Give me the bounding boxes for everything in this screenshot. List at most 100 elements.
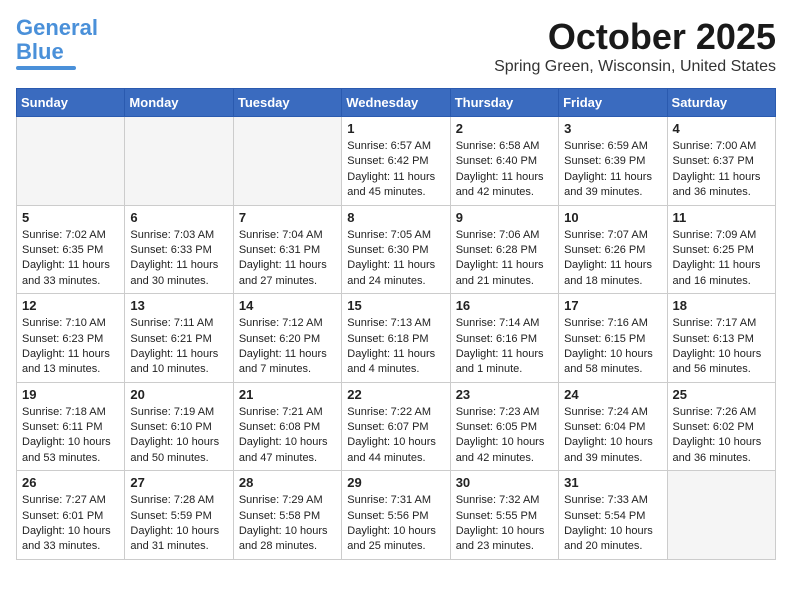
location: Spring Green, Wisconsin, United States	[494, 58, 776, 76]
day-number: 10	[564, 210, 661, 225]
day-content: Sunrise: 7:33 AM Sunset: 5:54 PM Dayligh…	[564, 493, 661, 555]
calendar-cell: 22Sunrise: 7:22 AM Sunset: 6:07 PM Dayli…	[342, 382, 450, 471]
day-content: Sunrise: 7:00 AM Sunset: 6:37 PM Dayligh…	[673, 139, 770, 201]
calendar-cell: 1Sunrise: 6:57 AM Sunset: 6:42 PM Daylig…	[342, 117, 450, 206]
calendar-cell: 4 Sunrise: 7:00 AM Sunset: 6:37 PM Daylig…	[667, 117, 775, 206]
day-number: 21	[239, 387, 336, 402]
calendar-cell: 23 Sunrise: 7:23 AM Sunset: 6:05 PM Dayli…	[450, 382, 558, 471]
day-number: 26	[22, 475, 119, 490]
day-content: Sunrise: 6:58 AM Sunset: 6:40 PM Dayligh…	[456, 139, 553, 201]
day-number: 18	[673, 298, 770, 313]
calendar-cell	[125, 117, 233, 206]
calendar-cell: 16 Sunrise: 7:14 AM Sunset: 6:16 PM Dayli…	[450, 294, 558, 383]
calendar-cell: 7 Sunrise: 7:04 AM Sunset: 6:31 PM Daylig…	[233, 205, 341, 294]
calendar-cell: 31 Sunrise: 7:33 AM Sunset: 5:54 PM Dayli…	[559, 471, 667, 560]
calendar-cell: 20Sunrise: 7:19 AM Sunset: 6:10 PM Dayli…	[125, 382, 233, 471]
day-number: 29	[347, 475, 444, 490]
weekday-header: Thursday	[450, 89, 558, 117]
calendar-cell: 3 Sunrise: 6:59 AM Sunset: 6:39 PM Daylig…	[559, 117, 667, 206]
day-content: Sunrise: 7:12 AM Sunset: 6:20 PM Dayligh…	[239, 316, 336, 378]
day-number: 19	[22, 387, 119, 402]
calendar-cell	[233, 117, 341, 206]
day-number: 31	[564, 475, 661, 490]
logo-blue: Blue	[16, 40, 64, 64]
month-title: October 2025	[494, 16, 776, 58]
logo: General Blue	[16, 16, 98, 70]
day-number: 5	[22, 210, 119, 225]
day-number: 9	[456, 210, 553, 225]
calendar-cell: 8 Sunrise: 7:05 AM Sunset: 6:30 PM Daylig…	[342, 205, 450, 294]
day-content: Sunrise: 7:05 AM Sunset: 6:30 PM Dayligh…	[347, 228, 444, 290]
day-number: 4	[673, 121, 770, 136]
weekday-header: Monday	[125, 89, 233, 117]
day-content: Sunrise: 7:18 AM Sunset: 6:11 PM Dayligh…	[22, 405, 119, 467]
day-number: 15	[347, 298, 444, 313]
day-content: Sunrise: 7:10 AM Sunset: 6:23 PM Dayligh…	[22, 316, 119, 378]
day-content: Sunrise: 6:59 AM Sunset: 6:39 PM Dayligh…	[564, 139, 661, 201]
day-content: Sunrise: 7:16 AM Sunset: 6:15 PM Dayligh…	[564, 316, 661, 378]
logo-general: General	[16, 15, 98, 40]
day-number: 22	[347, 387, 444, 402]
day-number: 12	[22, 298, 119, 313]
calendar-cell: 6 Sunrise: 7:03 AM Sunset: 6:33 PM Daylig…	[125, 205, 233, 294]
day-number: 6	[130, 210, 227, 225]
day-content: Sunrise: 7:24 AM Sunset: 6:04 PM Dayligh…	[564, 405, 661, 467]
day-content: Sunrise: 7:32 AM Sunset: 5:55 PM Dayligh…	[456, 493, 553, 555]
calendar-cell: 11 Sunrise: 7:09 AM Sunset: 6:25 PM Dayli…	[667, 205, 775, 294]
day-number: 17	[564, 298, 661, 313]
calendar-cell	[667, 471, 775, 560]
day-content: Sunrise: 7:03 AM Sunset: 6:33 PM Dayligh…	[130, 228, 227, 290]
weekday-header: Tuesday	[233, 89, 341, 117]
day-content: Sunrise: 7:06 AM Sunset: 6:28 PM Dayligh…	[456, 228, 553, 290]
calendar-cell: 25 Sunrise: 7:26 AM Sunset: 6:02 PM Dayli…	[667, 382, 775, 471]
calendar-cell: 13 Sunrise: 7:11 AM Sunset: 6:21 PM Dayli…	[125, 294, 233, 383]
day-content: Sunrise: 7:09 AM Sunset: 6:25 PM Dayligh…	[673, 228, 770, 290]
day-content: Sunrise: 7:21 AM Sunset: 6:08 PM Dayligh…	[239, 405, 336, 467]
weekday-header: Friday	[559, 89, 667, 117]
calendar-cell: 24 Sunrise: 7:24 AM Sunset: 6:04 PM Dayli…	[559, 382, 667, 471]
day-number: 13	[130, 298, 227, 313]
calendar-cell	[17, 117, 125, 206]
day-number: 24	[564, 387, 661, 402]
calendar-cell: 2 Sunrise: 6:58 AM Sunset: 6:40 PM Daylig…	[450, 117, 558, 206]
day-number: 25	[673, 387, 770, 402]
calendar-cell: 26 Sunrise: 7:27 AM Sunset: 6:01 PM Dayli…	[17, 471, 125, 560]
day-content: Sunrise: 7:07 AM Sunset: 6:26 PM Dayligh…	[564, 228, 661, 290]
logo-bar	[16, 66, 76, 70]
day-number: 30	[456, 475, 553, 490]
day-content: Sunrise: 7:17 AM Sunset: 6:13 PM Dayligh…	[673, 316, 770, 378]
day-content: Sunrise: 7:13 AM Sunset: 6:18 PM Dayligh…	[347, 316, 444, 378]
day-content: Sunrise: 7:26 AM Sunset: 6:02 PM Dayligh…	[673, 405, 770, 467]
calendar-cell: 5 Sunrise: 7:02 AM Sunset: 6:35 PM Daylig…	[17, 205, 125, 294]
day-content: Sunrise: 7:19 AM Sunset: 6:10 PM Dayligh…	[130, 405, 227, 467]
day-number: 8	[347, 210, 444, 225]
day-number: 16	[456, 298, 553, 313]
day-number: 2	[456, 121, 553, 136]
calendar-cell: 29Sunrise: 7:31 AM Sunset: 5:56 PM Dayli…	[342, 471, 450, 560]
day-content: Sunrise: 7:28 AM Sunset: 5:59 PM Dayligh…	[130, 493, 227, 555]
weekday-header: Saturday	[667, 89, 775, 117]
title-area: October 2025 Spring Green, Wisconsin, Un…	[494, 16, 776, 76]
day-number: 28	[239, 475, 336, 490]
calendar-cell: 27 Sunrise: 7:28 AM Sunset: 5:59 PM Dayli…	[125, 471, 233, 560]
weekday-header: Sunday	[17, 89, 125, 117]
calendar-cell: 10 Sunrise: 7:07 AM Sunset: 6:26 PM Dayli…	[559, 205, 667, 294]
day-number: 3	[564, 121, 661, 136]
calendar-cell: 15 Sunrise: 7:13 AM Sunset: 6:18 PM Dayli…	[342, 294, 450, 383]
day-number: 1	[347, 121, 444, 136]
calendar-cell: 21 Sunrise: 7:21 AM Sunset: 6:08 PM Dayli…	[233, 382, 341, 471]
calendar-cell: 9 Sunrise: 7:06 AM Sunset: 6:28 PM Daylig…	[450, 205, 558, 294]
day-number: 23	[456, 387, 553, 402]
day-number: 27	[130, 475, 227, 490]
calendar-cell: 19 Sunrise: 7:18 AM Sunset: 6:11 PM Dayli…	[17, 382, 125, 471]
day-number: 11	[673, 210, 770, 225]
day-content: Sunrise: 7:14 AM Sunset: 6:16 PM Dayligh…	[456, 316, 553, 378]
day-content: Sunrise: 7:04 AM Sunset: 6:31 PM Dayligh…	[239, 228, 336, 290]
day-content: Sunrise: 7:02 AM Sunset: 6:35 PM Dayligh…	[22, 228, 119, 290]
day-number: 7	[239, 210, 336, 225]
day-content: Sunrise: 7:23 AM Sunset: 6:05 PM Dayligh…	[456, 405, 553, 467]
weekday-header: Wednesday	[342, 89, 450, 117]
header: General Blue October 2025 Spring Green, …	[16, 16, 776, 76]
day-content: Sunrise: 7:11 AM Sunset: 6:21 PM Dayligh…	[130, 316, 227, 378]
day-content: Sunrise: 7:27 AM Sunset: 6:01 PM Dayligh…	[22, 493, 119, 555]
